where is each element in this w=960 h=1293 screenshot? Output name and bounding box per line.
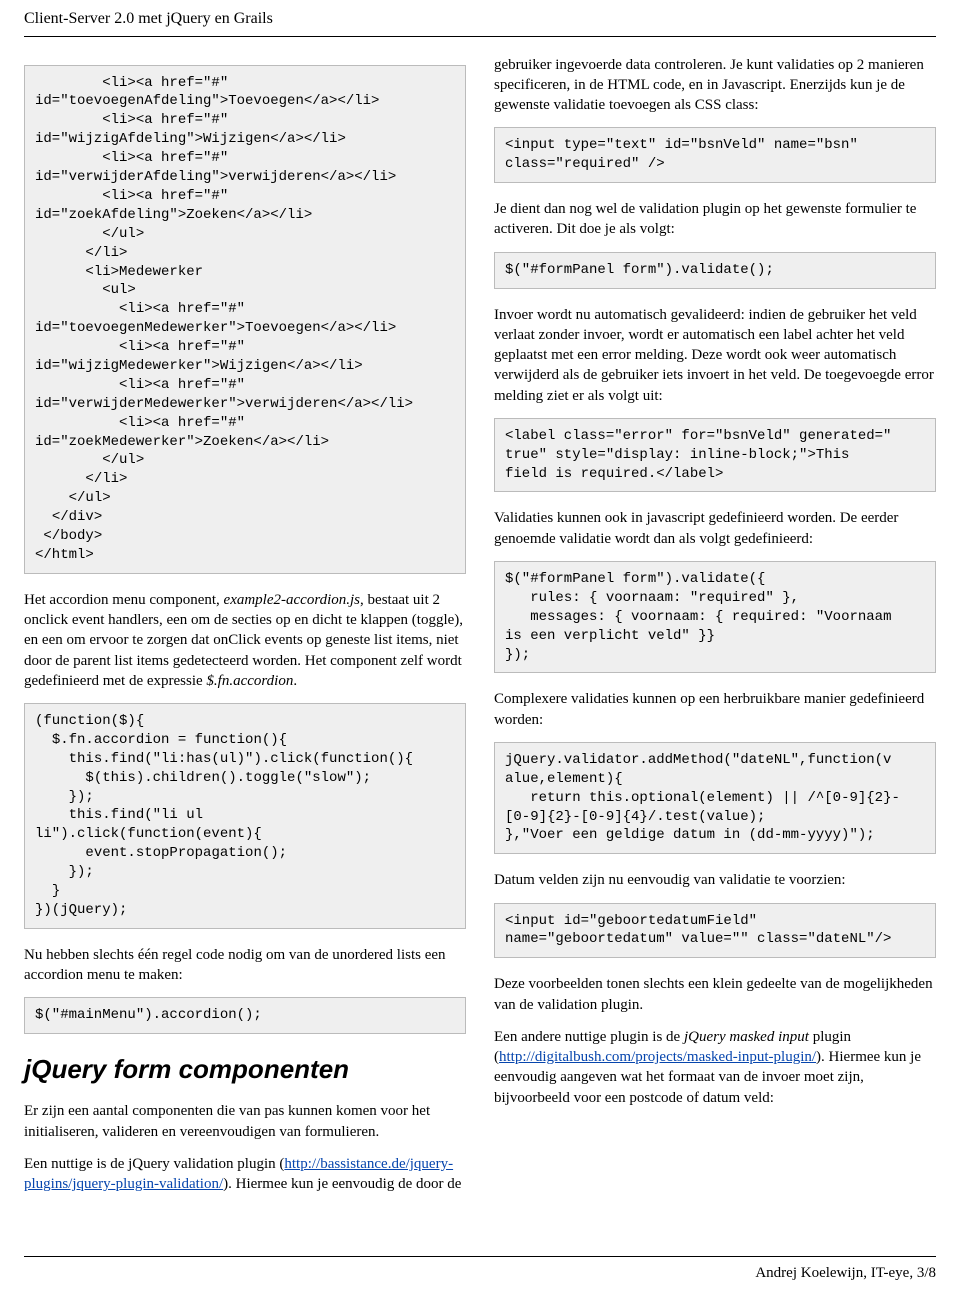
paragraph-form-intro: Er zijn een aantal componenten die van p… <box>24 1101 466 1142</box>
header-rule <box>24 36 936 37</box>
paragraph-validation-plugin: Een nuttige is de jQuery validation plug… <box>24 1154 466 1195</box>
paragraph-activate-plugin: Je dient dan nog wel de validation plugi… <box>494 199 936 240</box>
text: ). Hiermee kun je eenvoudig de door de <box>223 1176 461 1192</box>
plugin-name: jQuery masked input <box>684 1029 809 1045</box>
code-block-accordion-js: (function($){ $.fn.accordion = function(… <box>24 703 466 929</box>
page-header-title: Client-Server 2.0 met jQuery en Grails <box>24 8 936 30</box>
code-block-accordion-call: $("#mainMenu").accordion(); <box>24 997 466 1034</box>
code-block-validate-call: $("#formPanel form").validate(); <box>494 252 936 289</box>
footer-text: Andrej Koelewijn, IT-eye, 3/8 <box>24 1263 936 1283</box>
paragraph-accordion-desc: Het accordion menu component, example2-a… <box>24 590 466 691</box>
paragraph-complex-validations: Complexere validaties kunnen op een herb… <box>494 689 936 730</box>
code-block-error-label: <label class="error" for="bsnVeld" gener… <box>494 418 936 493</box>
footer: Andrej Koelewijn, IT-eye, 3/8 <box>24 1256 936 1283</box>
footer-rule <box>24 1256 936 1257</box>
text: Een nuttige is de jQuery validation plug… <box>24 1156 284 1172</box>
text: Het accordion menu component, <box>24 592 224 608</box>
code-block-validate-rules: $("#formPanel form").validate({ rules: {… <box>494 561 936 673</box>
link-masked-input[interactable]: http://digitalbush.com/projects/masked-i… <box>499 1049 816 1065</box>
code-block-input-required: <input type="text" id="bsnVeld" name="bs… <box>494 127 936 183</box>
paragraph-js-validations: Validaties kunnen ook in javascript gede… <box>494 508 936 549</box>
paragraph-masked-input: Een andere nuttige plugin is de jQuery m… <box>494 1027 936 1108</box>
text: . <box>293 673 297 689</box>
expression: $.fn.accordion <box>206 673 293 689</box>
right-column: gebruiker ingevoerde data controleren. J… <box>494 55 936 1207</box>
code-block-addmethod: jQuery.validator.addMethod("dateNL",func… <box>494 742 936 854</box>
code-block-html-menu: <li><a href="#" id="toevoegenAfdeling">T… <box>24 65 466 574</box>
paragraph-single-line: Nu hebben slechts één regel code nodig o… <box>24 945 466 986</box>
paragraph-auto-validate: Invoer wordt nu automatisch gevalideerd:… <box>494 305 936 406</box>
code-block-input-datenl: <input id="geboortedatumField" name="geb… <box>494 903 936 959</box>
left-column: <li><a href="#" id="toevoegenAfdeling">T… <box>24 55 466 1207</box>
paragraph-examples-summary: Deze voorbeelden tonen slechts een klein… <box>494 974 936 1015</box>
paragraph-date-fields: Datum velden zijn nu eenvoudig van valid… <box>494 870 936 890</box>
text: Een andere nuttige plugin is de <box>494 1029 684 1045</box>
filename: example2-accordion.js <box>224 592 361 608</box>
paragraph-validation-css: gebruiker ingevoerde data controleren. J… <box>494 55 936 116</box>
section-heading-form-componenten: jQuery form componenten <box>24 1052 466 1087</box>
